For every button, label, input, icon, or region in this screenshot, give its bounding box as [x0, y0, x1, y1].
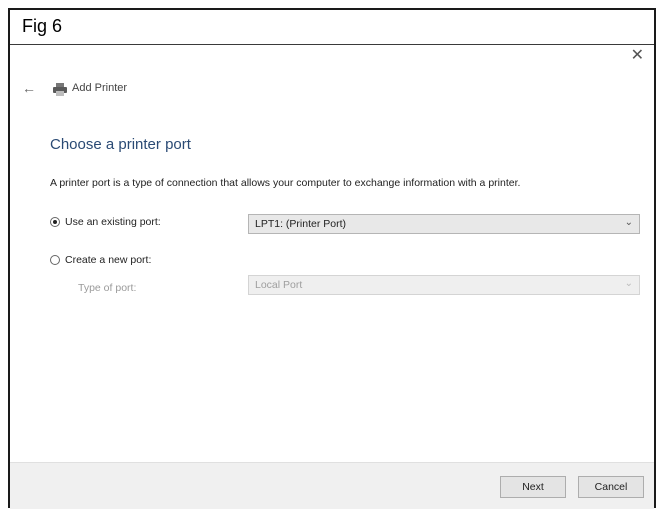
- port-type-label: Type of port:: [78, 282, 137, 294]
- create-new-port-radio[interactable]: [50, 255, 60, 265]
- page-description: A printer port is a type of connection t…: [50, 177, 521, 189]
- create-new-port-option[interactable]: Create a new port:: [50, 254, 151, 266]
- use-existing-port-radio[interactable]: [50, 217, 60, 227]
- dialog-footer: Next Cancel: [10, 462, 654, 509]
- port-type-value: Local Port: [255, 279, 303, 291]
- use-existing-port-label: Use an existing port:: [65, 216, 161, 228]
- close-icon[interactable]: ✕: [631, 48, 644, 64]
- create-new-port-label: Create a new port:: [65, 254, 152, 266]
- existing-port-value: LPT1: (Printer Port): [255, 218, 347, 230]
- port-type-select: Local Port ⌄: [248, 275, 640, 295]
- use-existing-port-option[interactable]: Use an existing port:: [50, 216, 161, 228]
- window-titlebar: ← Add Printer: [10, 80, 654, 106]
- cancel-button[interactable]: Cancel: [578, 476, 644, 498]
- existing-port-select[interactable]: LPT1: (Printer Port) ⌄: [248, 214, 640, 234]
- caption-divider: [10, 44, 654, 45]
- figure-frame: Fig 6 ✕ ← Add Printer Choose a printer p…: [8, 8, 656, 509]
- page-title: Choose a printer port: [50, 136, 191, 153]
- back-arrow-icon[interactable]: ←: [22, 80, 36, 96]
- window-title: Add Printer: [72, 82, 128, 94]
- next-button[interactable]: Next: [500, 476, 566, 498]
- chevron-down-icon: ⌄: [624, 278, 633, 289]
- chevron-down-icon: ⌄: [624, 217, 633, 228]
- figure-label: Fig 6: [22, 16, 63, 36]
- printer-icon: [53, 83, 67, 96]
